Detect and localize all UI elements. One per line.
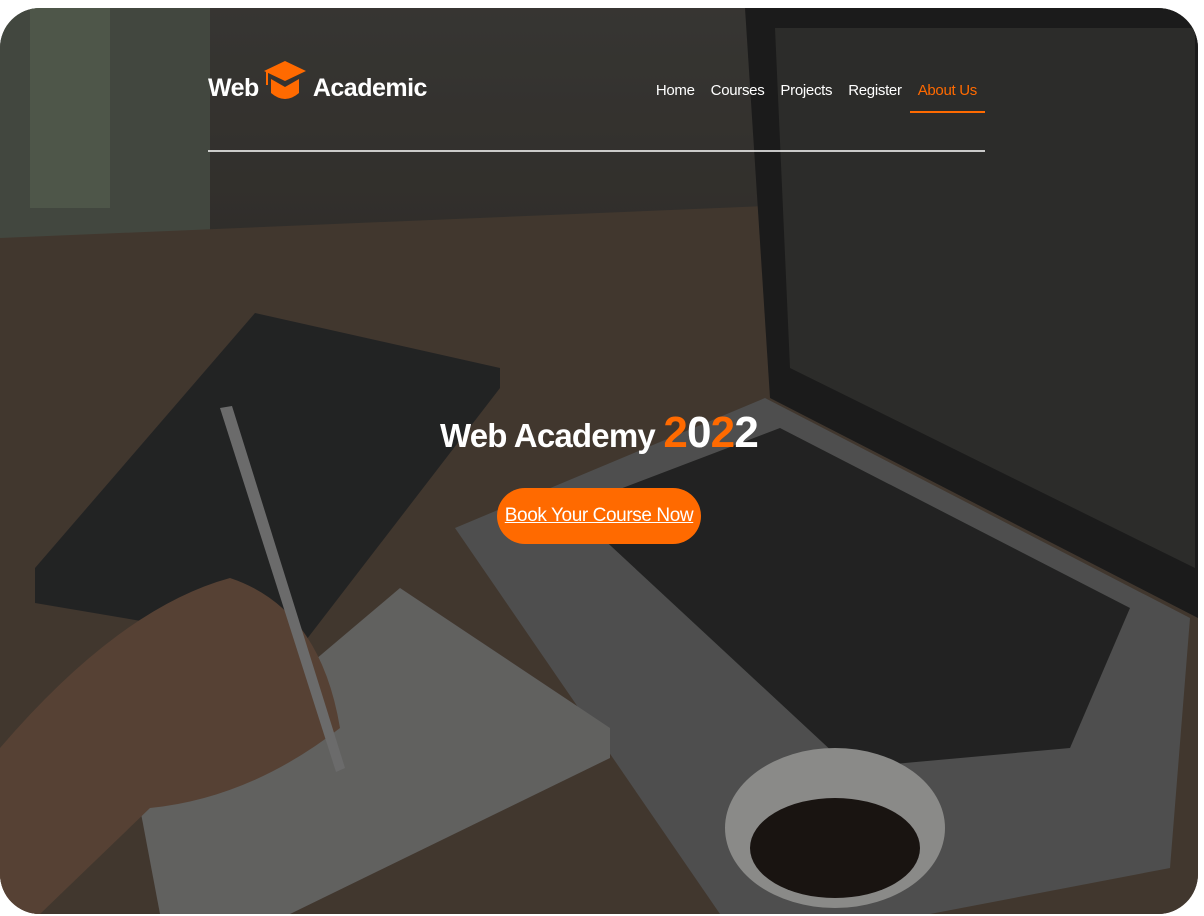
nav-about-us[interactable]: About Us bbox=[909, 82, 985, 113]
graduation-cap-icon bbox=[263, 61, 306, 99]
book-course-button[interactable]: Book Your Course Now bbox=[496, 488, 702, 544]
nav-home[interactable]: Home bbox=[648, 82, 703, 113]
logo-text-academic: Academic bbox=[312, 73, 428, 102]
year-digit-3: 2 bbox=[710, 408, 735, 457]
page-frame: Web Academic Home Courses Projects Regis… bbox=[0, 8, 1198, 914]
nav-courses[interactable]: Courses bbox=[703, 82, 773, 113]
main-nav: Home Courses Projects Register About Us bbox=[648, 82, 985, 113]
year-digit-1: 2 bbox=[663, 408, 687, 457]
hero-year: 2022 bbox=[663, 408, 758, 457]
site-header: Web Academic Home Courses Projects Regis… bbox=[208, 48, 985, 152]
hero-title-text: Web Academy bbox=[439, 417, 656, 454]
year-digit-4: 2 bbox=[734, 408, 758, 457]
nav-register[interactable]: Register bbox=[840, 82, 909, 113]
logo[interactable]: Web Academic bbox=[208, 48, 427, 128]
year-digit-2: 0 bbox=[686, 408, 711, 457]
logo-text-web: Web bbox=[208, 73, 259, 102]
hero-title: Web Academy 2022 bbox=[0, 408, 1198, 458]
hero-section: Web Academy 2022 Book Your Course Now bbox=[0, 408, 1198, 544]
nav-projects[interactable]: Projects bbox=[772, 82, 840, 113]
